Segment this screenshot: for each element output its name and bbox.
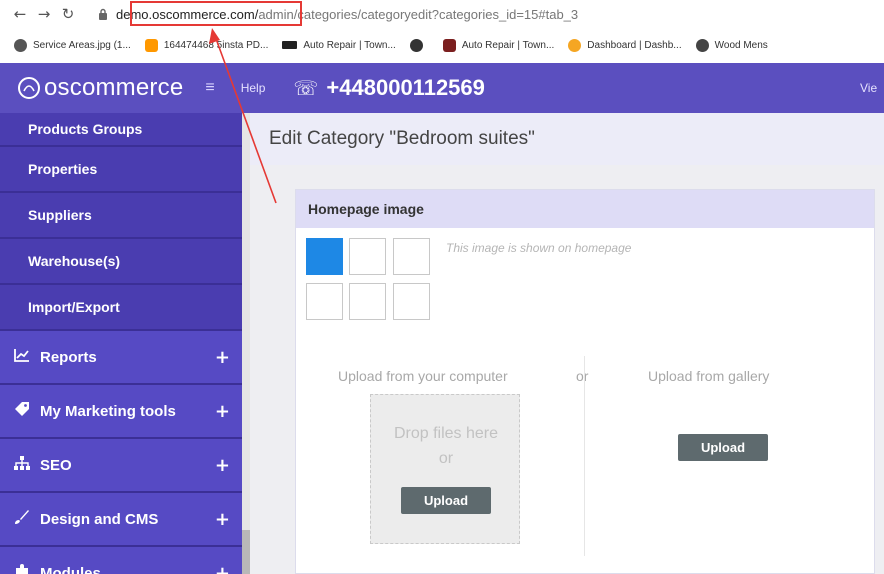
sidebar-item-modules[interactable]: Modules +: [0, 547, 242, 574]
sidebar-item-label: My Marketing tools: [40, 402, 176, 420]
upload-button[interactable]: Upload: [401, 487, 491, 514]
image-thumbnail[interactable]: [393, 283, 430, 320]
expand-icon[interactable]: +: [215, 563, 230, 574]
reload-icon[interactable]: ↻: [56, 2, 80, 26]
sidebar-item-label: Modules: [40, 564, 101, 574]
logo[interactable]: oscommerce: [18, 74, 183, 102]
upload-gallery-title: Upload from gallery: [648, 368, 770, 384]
sidebar-item-label: Suppliers: [28, 207, 92, 223]
puzzle-icon: [14, 563, 36, 574]
bookmark-label: Wood Mens: [714, 39, 768, 51]
image-thumbnail[interactable]: [349, 283, 386, 320]
site-icon: [442, 38, 456, 52]
expand-icon[interactable]: +: [215, 347, 230, 368]
logo-text: oscommerce: [44, 74, 184, 101]
bookmark-label: Dashboard | Dashb...: [587, 39, 682, 51]
lock-icon[interactable]: [98, 8, 108, 20]
sidebar-item-reports[interactable]: Reports +: [0, 331, 242, 385]
sidebar-scrollbar[interactable]: [242, 113, 250, 574]
globe-icon: [14, 38, 27, 52]
image-thumbnail[interactable]: [306, 283, 343, 320]
or-separator: or: [576, 368, 589, 384]
sidebar-item-seo[interactable]: SEO +: [0, 439, 242, 493]
sidebar-item-properties[interactable]: Properties: [0, 147, 242, 193]
sidebar-item-design-cms[interactable]: Design and CMS +: [0, 493, 242, 547]
forward-icon[interactable]: →: [32, 2, 56, 26]
url-path: admin/categories/categoryedit?categories…: [258, 6, 579, 22]
bookmark-item[interactable]: Auto Repair | Town...: [282, 39, 396, 51]
file-icon: [144, 38, 158, 52]
sidebar-item-import-export[interactable]: Import/Export: [0, 285, 242, 331]
bookmark-label: Auto Repair | Town...: [303, 39, 396, 51]
sidebar-item-products-groups[interactable]: Products Groups: [0, 113, 242, 147]
sidebar-item-label: Reports: [40, 348, 97, 366]
bookmark-label: 164474468 5insta PD...: [163, 39, 269, 51]
phone-text: +448000112569: [326, 75, 485, 100]
bookmark-item[interactable]: [409, 38, 429, 52]
drop-or-text: or: [438, 450, 454, 467]
expand-icon[interactable]: +: [215, 509, 230, 530]
sidebar-item-warehouses[interactable]: Warehouse(s): [0, 239, 242, 285]
sidebar-item-label: Products Groups: [28, 121, 143, 137]
sidebar-item-label: Warehouse(s): [28, 253, 121, 269]
expand-icon[interactable]: +: [215, 455, 230, 476]
bookmarks-bar: Service Areas.jpg (1... 164474468 5insta…: [0, 30, 884, 60]
phone-icon: ☏: [293, 76, 319, 100]
sidebar-item-suppliers[interactable]: Suppliers: [0, 193, 242, 239]
sidebar-item-label: Properties: [28, 161, 98, 177]
bookmark-label: Service Areas.jpg (1...: [33, 39, 131, 51]
upload-computer-title: Upload from your computer: [338, 368, 508, 384]
sidebar-item-label: Design and CMS: [40, 510, 159, 528]
drop-files-text: Drop files here: [393, 425, 499, 442]
sidebar-item-marketing-tools[interactable]: My Marketing tools +: [0, 385, 242, 439]
homepage-image-card: Homepage image This image is shown on ho…: [295, 189, 875, 574]
help-link[interactable]: Help: [241, 81, 266, 95]
sidebar-item-label: SEO: [40, 456, 72, 474]
app-header: oscommerce ≡ Help ☏ +448000112569 Vie: [0, 63, 884, 113]
tag-icon: [14, 401, 36, 421]
image-thumbnail[interactable]: [393, 238, 430, 275]
site-icon: [282, 41, 298, 49]
bookmark-item[interactable]: Wood Mens: [695, 38, 768, 52]
chart-icon: [14, 348, 36, 366]
globe-icon: [695, 38, 709, 52]
brush-icon: [14, 509, 36, 529]
view-link[interactable]: Vie: [860, 81, 884, 95]
divider: [584, 356, 585, 556]
back-icon[interactable]: ←: [8, 2, 32, 26]
sidebar-item-label: Import/Export: [28, 299, 120, 315]
file-dropzone[interactable]: Drop files here or Upload: [370, 394, 520, 544]
url-highlight-box: [130, 1, 302, 26]
phone-number[interactable]: ☏ +448000112569: [293, 75, 484, 101]
bookmark-item[interactable]: 164474468 5insta PD...: [144, 38, 269, 52]
sidebar: Products Groups Properties Suppliers War…: [0, 113, 242, 574]
sidebar-scrollbar-thumb[interactable]: [242, 530, 250, 574]
bookmark-item[interactable]: Auto Repair | Town...: [442, 38, 555, 52]
image-thumbnail[interactable]: [349, 238, 386, 275]
image-hint: This image is shown on homepage: [446, 241, 632, 255]
circle-logo-icon: [409, 38, 423, 52]
bookmark-label: Auto Repair | Town...: [461, 39, 555, 51]
menu-icon[interactable]: ≡: [205, 79, 214, 97]
page-title: Edit Category "Bedroom suites": [250, 113, 884, 165]
sitemap-icon: [14, 456, 36, 474]
image-thumbnail[interactable]: [306, 238, 343, 275]
expand-icon[interactable]: +: [215, 401, 230, 422]
bookmark-item[interactable]: Service Areas.jpg (1...: [14, 38, 131, 52]
dashboard-icon: [568, 38, 582, 52]
card-title: Homepage image: [296, 190, 874, 228]
logo-icon: [18, 77, 40, 99]
bookmark-item[interactable]: Dashboard | Dashb...: [568, 38, 682, 52]
dropzone-text: Drop files here or: [371, 421, 521, 471]
gallery-upload-button[interactable]: Upload: [678, 434, 768, 461]
